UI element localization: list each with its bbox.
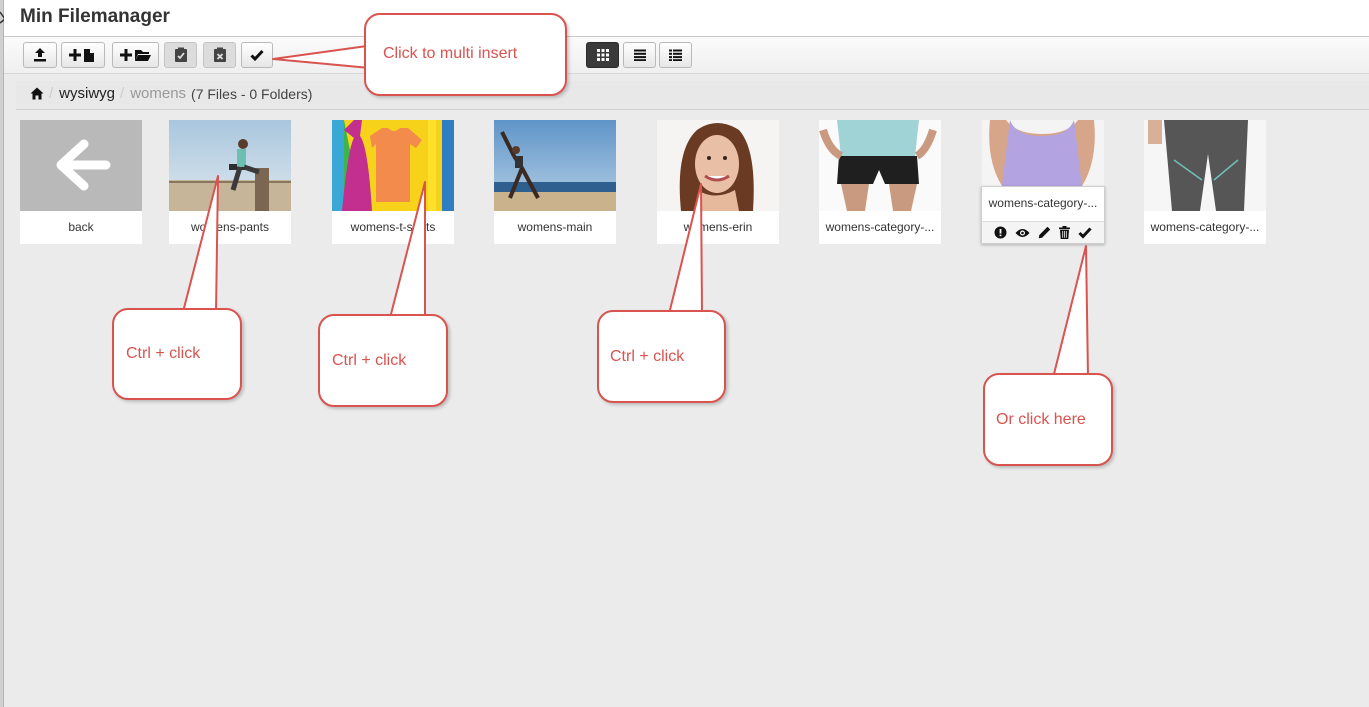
file-name: back xyxy=(68,220,94,234)
breadcrumb-separator: / xyxy=(49,85,54,102)
file-item[interactable]: womens-category-... xyxy=(1144,120,1266,244)
home-icon[interactable] xyxy=(30,87,44,100)
breadcrumb-separator: / xyxy=(120,85,125,102)
view-list-button[interactable] xyxy=(623,42,656,68)
select-check-icon[interactable] xyxy=(1078,226,1092,239)
callout-text: Ctrl + click xyxy=(126,345,201,362)
photo-yoga-beach-thumbnail xyxy=(494,120,616,211)
file-actions xyxy=(982,221,1104,243)
photo-leggings-thumbnail xyxy=(1144,120,1266,211)
columns-list-icon xyxy=(669,49,682,61)
photo-tank-thumbnail xyxy=(982,120,1104,186)
callout-text: Ctrl + click xyxy=(610,348,685,365)
clear-clipboard-button[interactable] xyxy=(203,42,236,68)
photo-shorts-thumbnail xyxy=(819,120,941,211)
view-columns-button[interactable] xyxy=(659,42,692,68)
back-arrow-icon xyxy=(20,120,142,211)
file-name: womens-t-shirts xyxy=(350,220,436,234)
file-name: womens-pants xyxy=(190,220,270,234)
callout-multi-insert: Click to multi insert xyxy=(364,13,567,96)
file-name: womens-category-... xyxy=(1150,220,1260,234)
check-icon xyxy=(250,49,264,62)
file-name: womens-erin xyxy=(683,220,753,234)
file-item[interactable]: womens-category-... xyxy=(819,120,941,244)
window-edge xyxy=(0,0,6,707)
plus-folder-icon xyxy=(119,49,151,61)
breadcrumb-current: womens xyxy=(130,85,187,102)
photo-runner-thumbnail xyxy=(169,120,291,211)
callout-text: Ctrl + click xyxy=(332,352,407,369)
callout-text: Click to multi insert xyxy=(383,45,518,62)
breadcrumb-item-wysiwyg[interactable]: wysiwyg xyxy=(59,85,115,102)
upload-button[interactable] xyxy=(23,42,57,68)
toolbar xyxy=(4,37,1369,74)
file-item-back[interactable]: back xyxy=(20,120,142,244)
preview-eye-icon[interactable] xyxy=(1015,227,1030,239)
breadcrumb: / wysiwyg / womens (7 Files - 0 Folders) xyxy=(16,81,1369,110)
callout-ctrl-click-3: Ctrl + click xyxy=(597,310,726,403)
plus-file-icon xyxy=(69,49,94,62)
delete-trash-icon[interactable] xyxy=(1059,226,1070,239)
folder-info: (7 Files - 0 Folders) xyxy=(191,85,313,102)
info-icon[interactable] xyxy=(994,226,1007,239)
file-popover: womens-category-... xyxy=(981,186,1105,244)
upload-icon xyxy=(34,48,46,62)
new-file-button[interactable] xyxy=(61,42,105,68)
file-item[interactable]: womens-pants xyxy=(169,120,291,244)
rename-pencil-icon[interactable] xyxy=(1038,226,1051,239)
multi-insert-button[interactable] xyxy=(241,42,273,68)
app-title: Min Filemanager xyxy=(20,6,170,27)
list-icon xyxy=(633,49,646,61)
callout-ctrl-click-1: Ctrl + click xyxy=(112,308,242,400)
file-item[interactable]: womens-main xyxy=(494,120,616,244)
view-boxes-button[interactable] xyxy=(586,42,619,68)
paste-button[interactable] xyxy=(164,42,197,68)
file-item[interactable]: womens-t-shirts xyxy=(332,120,454,244)
callout-or-click-here: Or click here xyxy=(983,373,1113,466)
grid-icon xyxy=(596,49,609,61)
callout-ctrl-click-2: Ctrl + click xyxy=(318,314,448,407)
clipboard-x-icon xyxy=(213,47,226,62)
file-item[interactable]: womens-erin xyxy=(657,120,779,244)
clipboard-check-icon xyxy=(174,47,187,62)
photo-portrait-thumbnail xyxy=(657,120,779,211)
callout-text: Or click here xyxy=(996,411,1086,428)
new-folder-button[interactable] xyxy=(112,42,159,68)
file-name: womens-category-... xyxy=(825,220,935,234)
file-name: womens-main xyxy=(517,220,593,234)
photo-tshirts-thumbnail xyxy=(332,120,454,211)
header: Min Filemanager xyxy=(4,0,1369,37)
file-name: womens-category-... xyxy=(988,196,1098,210)
